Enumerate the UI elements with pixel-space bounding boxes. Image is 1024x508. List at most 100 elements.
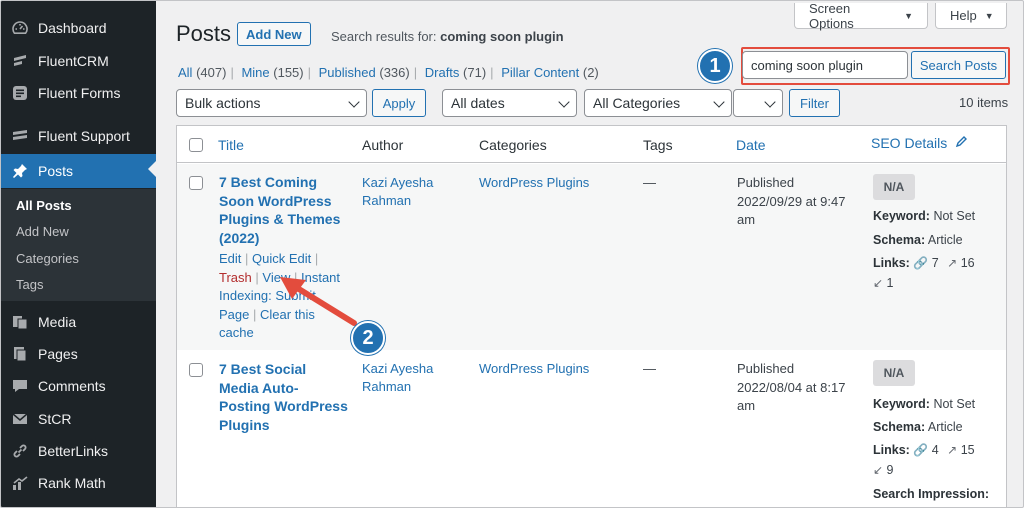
links-label: Links: — [873, 256, 910, 270]
select-all-checkbox[interactable] — [189, 138, 203, 152]
view-drafts-count: (71) — [463, 65, 487, 80]
author-link[interactable]: Kazi Ayesha Rahman — [362, 174, 452, 210]
chart-icon — [11, 474, 29, 492]
sidebar-item-label: StCR — [38, 411, 72, 427]
tags-value: — — [643, 361, 656, 376]
post-status: Published — [737, 361, 795, 376]
internal-links-count: 4 — [931, 443, 939, 457]
view-published-count: (336) — [379, 65, 410, 80]
post-title-link[interactable]: 7 Best Coming Soon WordPress Plugins & T… — [219, 173, 349, 247]
submenu-categories[interactable]: Categories — [16, 251, 79, 266]
keyword-label: Keyword: — [873, 209, 930, 223]
sidebar-item-comments[interactable]: Comments — [1, 371, 156, 401]
categories-value: All Categories — [593, 95, 681, 111]
category-link[interactable]: WordPress Plugins — [479, 174, 589, 192]
edit-link[interactable]: Edit — [219, 251, 241, 266]
sidebar-item-fluent-forms[interactable]: Fluent Forms — [1, 78, 156, 108]
admin-sidebar: Dashboard FluentCRM Fluent Forms Fluent … — [1, 1, 156, 507]
row-checkbox[interactable] — [189, 176, 203, 190]
sidebar-item-rank-math[interactable]: Rank Math — [1, 468, 156, 498]
annotation-badge-1: 1 — [698, 49, 732, 83]
date-cell: Published 2022/09/29 at 9:47 am — [737, 174, 862, 230]
post-status-views: All (407) | Mine (155) | Published (336) | … — [178, 65, 599, 80]
submenu-all-posts[interactable]: All Posts — [16, 198, 72, 213]
extra-filter-select[interactable] — [733, 89, 783, 117]
pages-icon — [11, 345, 29, 363]
add-new-button[interactable]: Add New — [237, 22, 311, 46]
bulk-actions-select[interactable]: Bulk actions — [176, 89, 367, 117]
seo-schema: Schema: Article — [873, 418, 963, 436]
author-link[interactable]: Kazi Ayesha Rahman — [362, 360, 452, 396]
trash-link[interactable]: Trash — [219, 270, 252, 285]
help-button[interactable]: Help ▼ — [935, 3, 1007, 29]
row-actions: Edit | Quick Edit | Trash | View | Insta… — [219, 251, 341, 340]
sidebar-item-label: Pages — [38, 346, 78, 362]
page-title: Posts — [176, 21, 232, 46]
column-date[interactable]: Date — [736, 137, 766, 153]
view-drafts[interactable]: Drafts — [425, 65, 460, 80]
submenu-tags[interactable]: Tags — [16, 277, 43, 292]
column-title[interactable]: Title — [218, 137, 244, 153]
table-row: 7 Best Coming Soon WordPress Plugins & T… — [177, 164, 1006, 350]
seo-incoming-links: ↙ 9 — [873, 461, 894, 479]
sidebar-item-dashboard[interactable]: Dashboard — [1, 13, 156, 43]
link-icon — [11, 442, 29, 460]
search-results-term: coming soon plugin — [440, 29, 564, 44]
view-link[interactable]: View — [262, 270, 290, 285]
view-all[interactable]: All — [178, 65, 192, 80]
column-seo-details[interactable]: SEO Details — [871, 135, 968, 151]
sidebar-item-media[interactable]: Media — [1, 307, 156, 337]
view-published[interactable]: Published — [319, 65, 376, 80]
sidebar-item-fluentcrm[interactable]: FluentCRM — [1, 46, 156, 76]
sidebar-item-label: Fluent Support — [38, 128, 130, 144]
tags-value: — — [643, 175, 656, 190]
quick-edit-link[interactable]: Quick Edit — [252, 251, 311, 266]
seo-score-badge: N/A — [873, 174, 915, 200]
main-content: Screen Options ▼ Help ▼ Posts Add New Se… — [156, 0, 1023, 507]
caret-down-icon: ▼ — [984, 10, 994, 21]
view-pillar-count: (2) — [582, 65, 599, 80]
categories-select[interactable]: All Categories — [584, 89, 732, 117]
external-links-count: 15 — [960, 443, 975, 457]
search-posts-button[interactable]: Search Posts — [911, 51, 1006, 79]
column-categories: Categories — [479, 137, 547, 153]
submenu-add-new[interactable]: Add New — [16, 224, 69, 239]
column-tags: Tags — [643, 137, 673, 153]
search-results-prefix: Search results for: — [331, 29, 437, 44]
seo-links: Links: 🔗 4 ↗ 15 — [873, 441, 975, 459]
sidebar-item-fluent-support[interactable]: Fluent Support — [1, 121, 156, 151]
items-count: 10 items — [959, 95, 1009, 110]
external-link-icon: ↗ — [947, 256, 958, 270]
filter-button[interactable]: Filter — [789, 89, 840, 117]
screen-options-button[interactable]: Screen Options ▼ — [794, 0, 928, 31]
pencil-icon — [955, 135, 968, 151]
dates-select[interactable]: All dates — [442, 89, 577, 117]
sidebar-item-pages[interactable]: Pages — [1, 339, 156, 369]
seo-incoming-links: ↙ 1 — [873, 274, 894, 292]
view-mine[interactable]: Mine — [241, 65, 269, 80]
row-checkbox[interactable] — [189, 363, 203, 377]
search-results-subtitle: Search results for: coming soon plugin — [331, 29, 564, 44]
incoming-link-icon: ↙ — [873, 276, 884, 290]
wp-admin-window: Dashboard FluentCRM Fluent Forms Fluent … — [0, 0, 1024, 508]
comments-icon — [11, 377, 29, 395]
annotation-badge-2: 2 — [351, 321, 385, 355]
screen-options-label: Screen Options — [809, 0, 854, 31]
sidebar-item-posts[interactable]: Posts — [1, 154, 156, 188]
schema-label: Schema: — [873, 420, 926, 434]
seo-links: Links: 🔗 7 ↗ 16 — [873, 254, 975, 272]
caret-down-icon: ▼ — [904, 10, 913, 21]
view-mine-count: (155) — [273, 65, 304, 80]
keyword-label: Keyword: — [873, 397, 930, 411]
sidebar-item-stcr[interactable]: StCR — [1, 404, 156, 434]
category-link[interactable]: WordPress Plugins — [479, 360, 589, 378]
post-date: 2022/08/04 at 8:17 am — [737, 379, 846, 414]
post-title-link[interactable]: 7 Best Social Media Auto-Posting WordPre… — [219, 360, 349, 434]
sidebar-item-betterlinks[interactable]: BetterLinks — [1, 436, 156, 466]
seo-score-badge: N/A — [873, 360, 915, 386]
sidebar-item-label: Fluent Forms — [38, 85, 121, 101]
apply-button[interactable]: Apply — [372, 89, 426, 117]
search-input[interactable] — [742, 51, 908, 79]
view-pillar-content[interactable]: Pillar Content — [501, 65, 579, 80]
chevron-down-icon — [348, 96, 360, 108]
